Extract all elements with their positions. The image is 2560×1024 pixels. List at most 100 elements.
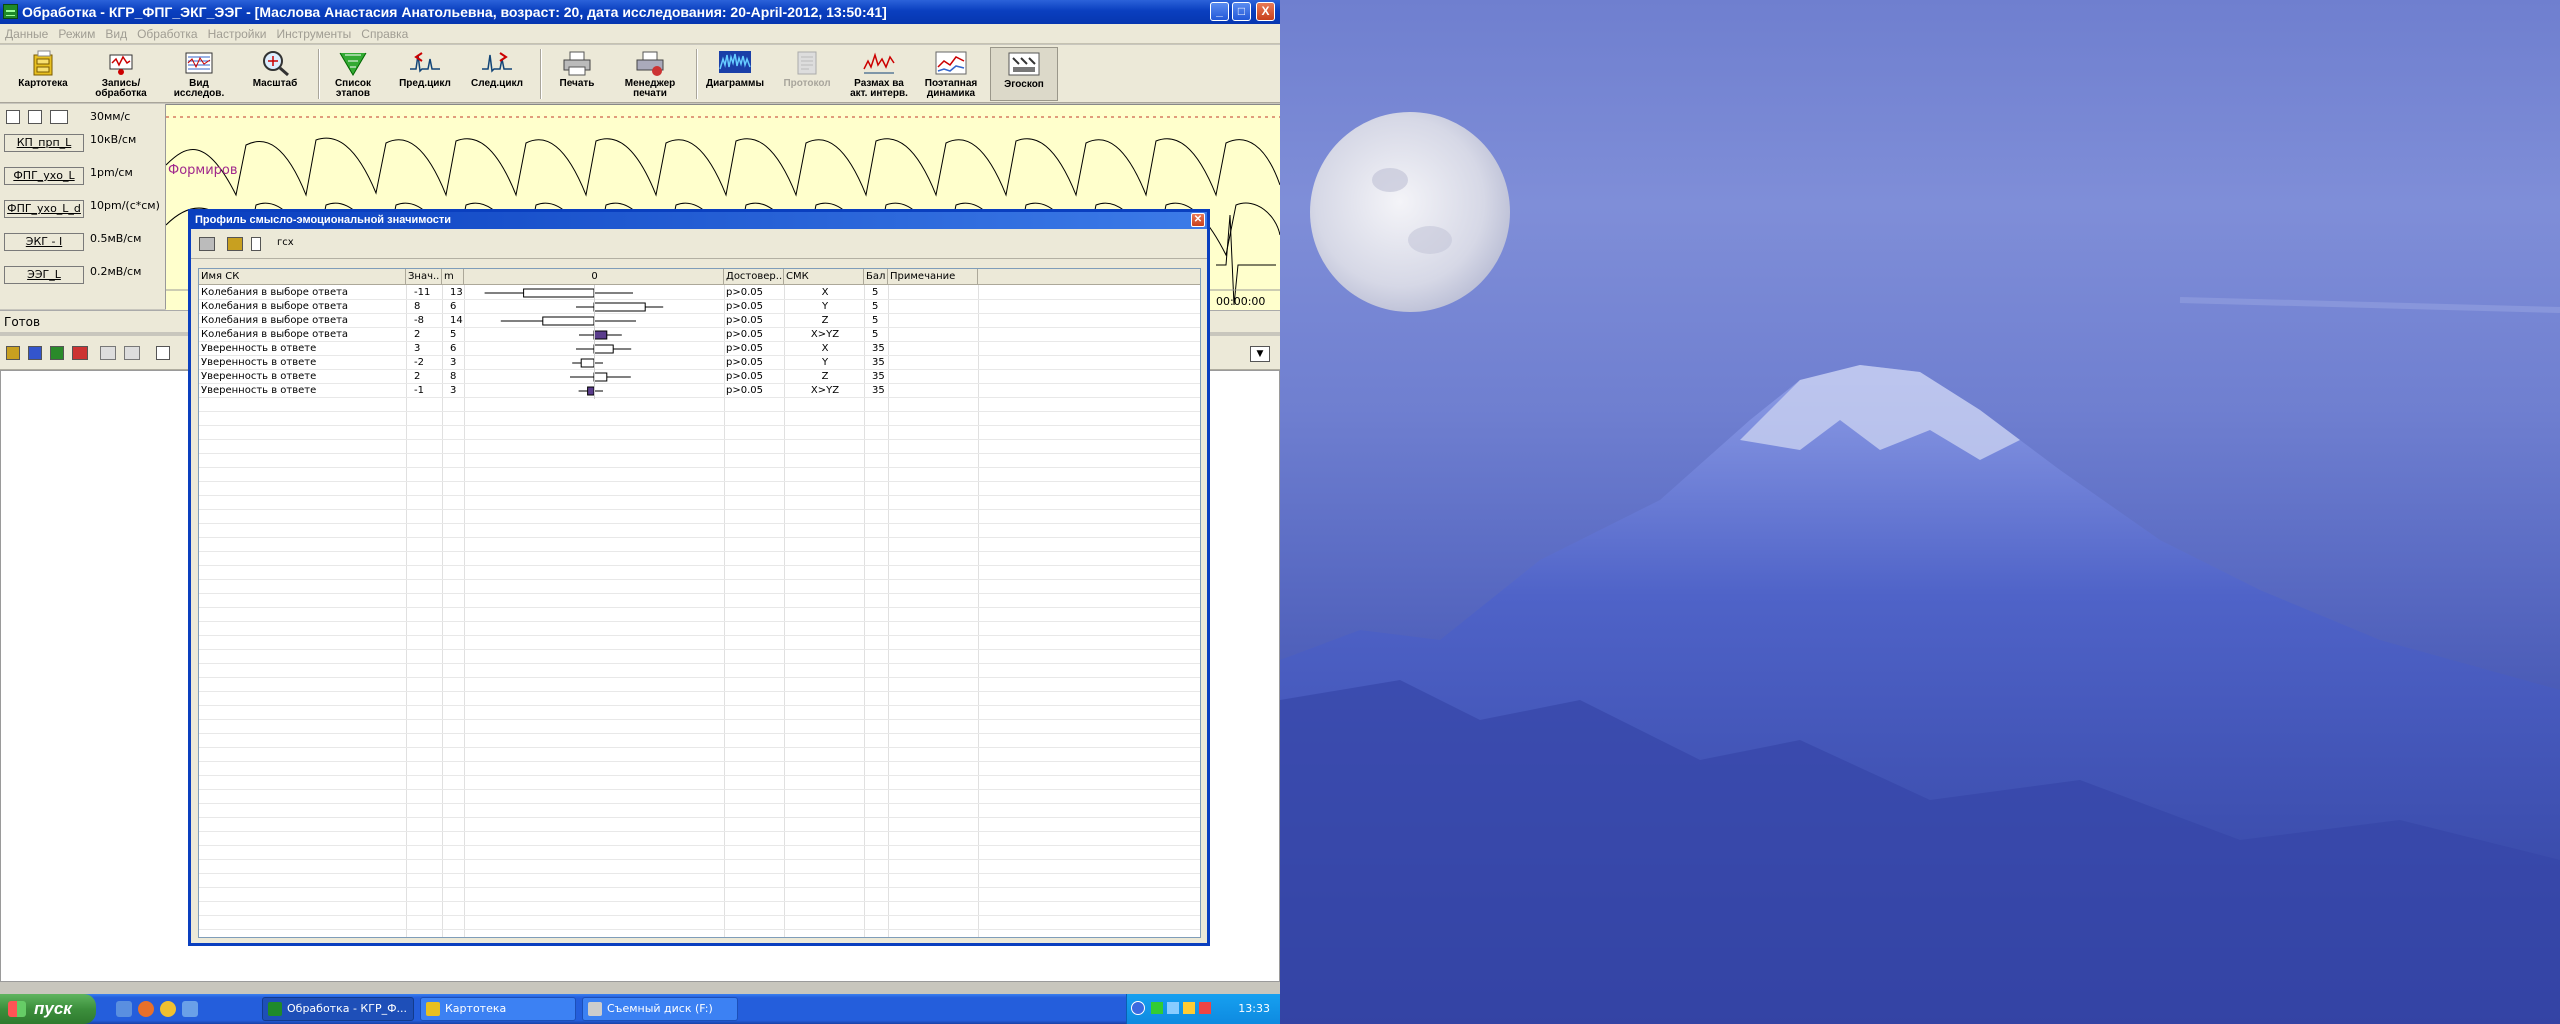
toolbar-diagrams-button[interactable]: Диаграммы (702, 47, 768, 101)
dialog-filter-icon[interactable] (251, 237, 261, 251)
empty-row (199, 622, 1200, 636)
cell-smk: Y (821, 357, 829, 368)
toolbar-prev-cycle-button[interactable]: Пред.цикл (390, 47, 460, 101)
channel-button[interactable]: ЭЭГ_L (4, 266, 84, 284)
table-row[interactable]: Колебания в выборе ответа 8 6 p>0.05 Y 5 (199, 300, 1200, 314)
start-button[interactable]: пуск (0, 994, 96, 1024)
grid-icon[interactable] (50, 346, 64, 360)
cell-name: Уверенность в ответе (201, 343, 317, 354)
cell-m: 3 (450, 385, 457, 396)
cell-name: Колебания в выборе ответа (201, 287, 349, 298)
toolbar-egoscope-button[interactable]: Эгоскоп (990, 47, 1058, 101)
cube-icon[interactable] (28, 346, 42, 360)
quicklaunch-firefox-icon[interactable] (138, 1001, 154, 1017)
cell-name: Колебания в выборе ответа (201, 315, 349, 326)
table-header: Имя СК Знач.. m 0 Достовер.. СМК Бал При… (199, 269, 1200, 285)
menu-mode[interactable]: Режим (53, 24, 100, 44)
toolbar-print-button[interactable]: Печать (546, 47, 608, 101)
channel-button[interactable]: ФПГ_ухо_L_d (4, 200, 84, 218)
menu-view[interactable]: Вид (100, 24, 132, 44)
tray-antivirus-icon[interactable] (1199, 1002, 1211, 1014)
empty-row (199, 818, 1200, 832)
channel-button[interactable]: ЭКГ - I (4, 233, 84, 251)
toolbar-stage-dynamics-button[interactable]: Поэтапная динамика (918, 47, 984, 101)
toolbar-range-interval-button[interactable]: Размах ва акт. интерв. (846, 47, 912, 101)
table-row[interactable]: Уверенность в ответе -2 3 p>0.05 Y 35 (199, 356, 1200, 370)
table-row[interactable]: Уверенность в ответе 3 6 p>0.05 X 35 (199, 342, 1200, 356)
tray-security-icon[interactable] (1183, 1002, 1195, 1014)
quicklaunch-desktop-icon[interactable] (116, 1001, 132, 1017)
dialog-close-button[interactable]: ✕ (1191, 213, 1205, 227)
column-header-value[interactable]: Знач.. (406, 269, 442, 285)
channel-settings-icon[interactable] (50, 110, 68, 124)
column-header-plot[interactable]: 0 (464, 269, 724, 285)
channel-button[interactable]: ФПГ_ухо_L (4, 167, 84, 185)
cell-name: Уверенность в ответе (201, 371, 317, 382)
channel-tools (4, 108, 84, 128)
column-header-score[interactable]: Бал (864, 269, 888, 285)
empty-row (199, 860, 1200, 874)
column-header-name[interactable]: Имя СК (199, 269, 406, 285)
edit-icon[interactable] (28, 110, 42, 124)
table-row[interactable]: Колебания в выборе ответа 2 5 p>0.05 X>YZ 5 (199, 328, 1200, 342)
sort-asc-icon[interactable] (100, 346, 116, 360)
tray-volume-icon[interactable] (1167, 1002, 1179, 1014)
empty-row (199, 664, 1200, 678)
toolbar-zoom-button[interactable]: Масштаб (240, 47, 310, 101)
channel-button[interactable]: КП_прп_L (4, 134, 84, 152)
sort-desc-icon[interactable] (124, 346, 140, 360)
toolbar-print-manager-button[interactable]: Менеджер печати (610, 47, 690, 101)
tray-collapse-icon[interactable] (1131, 1001, 1145, 1015)
empty-row (199, 594, 1200, 608)
minimize-button[interactable]: _ (1210, 2, 1229, 21)
boxplot-box (523, 288, 595, 298)
menu-processing[interactable]: Обработка (132, 24, 203, 44)
table-row[interactable]: Колебания в выборе ответа -8 14 p>0.05 Z 5 (199, 314, 1200, 328)
menu-help[interactable]: Справка (356, 24, 413, 44)
toolbar-file-cabinet-button[interactable]: Картотека (8, 47, 78, 101)
quicklaunch-media-icon[interactable] (160, 1001, 176, 1017)
toolbar-label: Эгоскоп (1004, 79, 1044, 90)
channel-row: КП_прп_L 10кВ/см (0, 128, 166, 160)
toolbar-protocol-button[interactable]: Протокол (774, 47, 840, 101)
taskbar-item[interactable]: Картотека (420, 997, 576, 1021)
menu-tools[interactable]: Инструменты (271, 24, 356, 44)
column-header-note[interactable]: Примечание (888, 269, 978, 285)
maximize-button[interactable]: □ (1232, 2, 1251, 21)
column-header-smk[interactable]: СМК (784, 269, 864, 285)
table-icon[interactable] (72, 346, 88, 360)
taskbar-item[interactable]: Съемный диск (F:) (582, 997, 738, 1021)
tray-network-icon[interactable] (1151, 1002, 1163, 1014)
table-row[interactable]: Уверенность в ответе -1 3 p>0.05 X>YZ 35 (199, 384, 1200, 398)
column-header-m[interactable]: m (442, 269, 464, 285)
toolbar-next-cycle-button[interactable]: След.цикл (462, 47, 532, 101)
dialog-print-icon[interactable] (199, 237, 215, 251)
empty-row (199, 496, 1200, 510)
cell-significance: p>0.05 (726, 301, 763, 312)
toolbar-stages-list-button[interactable]: Список этапов (324, 47, 382, 101)
prev-cycle-icon (410, 52, 440, 73)
boxplot-box (593, 344, 614, 354)
table-row[interactable]: Уверенность в ответе 2 8 p>0.05 Z 35 (199, 370, 1200, 384)
taskbar-item[interactable]: Обработка - КГР_Ф... (262, 997, 414, 1021)
table-row[interactable]: Колебания в выборе ответа -11 13 p>0.05 X 5 (199, 286, 1200, 300)
toolbar-record-process-button[interactable]: Запись/ обработка (86, 47, 156, 101)
new-icon[interactable] (6, 110, 20, 124)
channel-scale: 1pm/см (90, 166, 133, 179)
cell-significance: p>0.05 (726, 371, 763, 382)
protocol-icon (797, 51, 817, 75)
dialog-mode-label[interactable]: гсх (277, 237, 294, 248)
menu-settings[interactable]: Настройки (203, 24, 272, 44)
quicklaunch-explorer-icon[interactable] (182, 1001, 198, 1017)
close-button[interactable]: X (1256, 2, 1275, 21)
cell-value: 2 (414, 371, 421, 382)
dropdown-arrow-icon[interactable]: ▼ (1250, 346, 1270, 362)
toolbar-research-view-button[interactable]: Вид исследов. (164, 47, 234, 101)
column-header-significance[interactable]: Достовер.. (724, 269, 784, 285)
menu-data[interactable]: Данные (0, 24, 53, 44)
empty-row (199, 538, 1200, 552)
window-icon[interactable] (156, 346, 170, 360)
dialog-export-icon[interactable] (227, 237, 243, 251)
taskbar-item-label: Картотека (445, 1002, 507, 1015)
back-icon[interactable] (6, 346, 20, 360)
